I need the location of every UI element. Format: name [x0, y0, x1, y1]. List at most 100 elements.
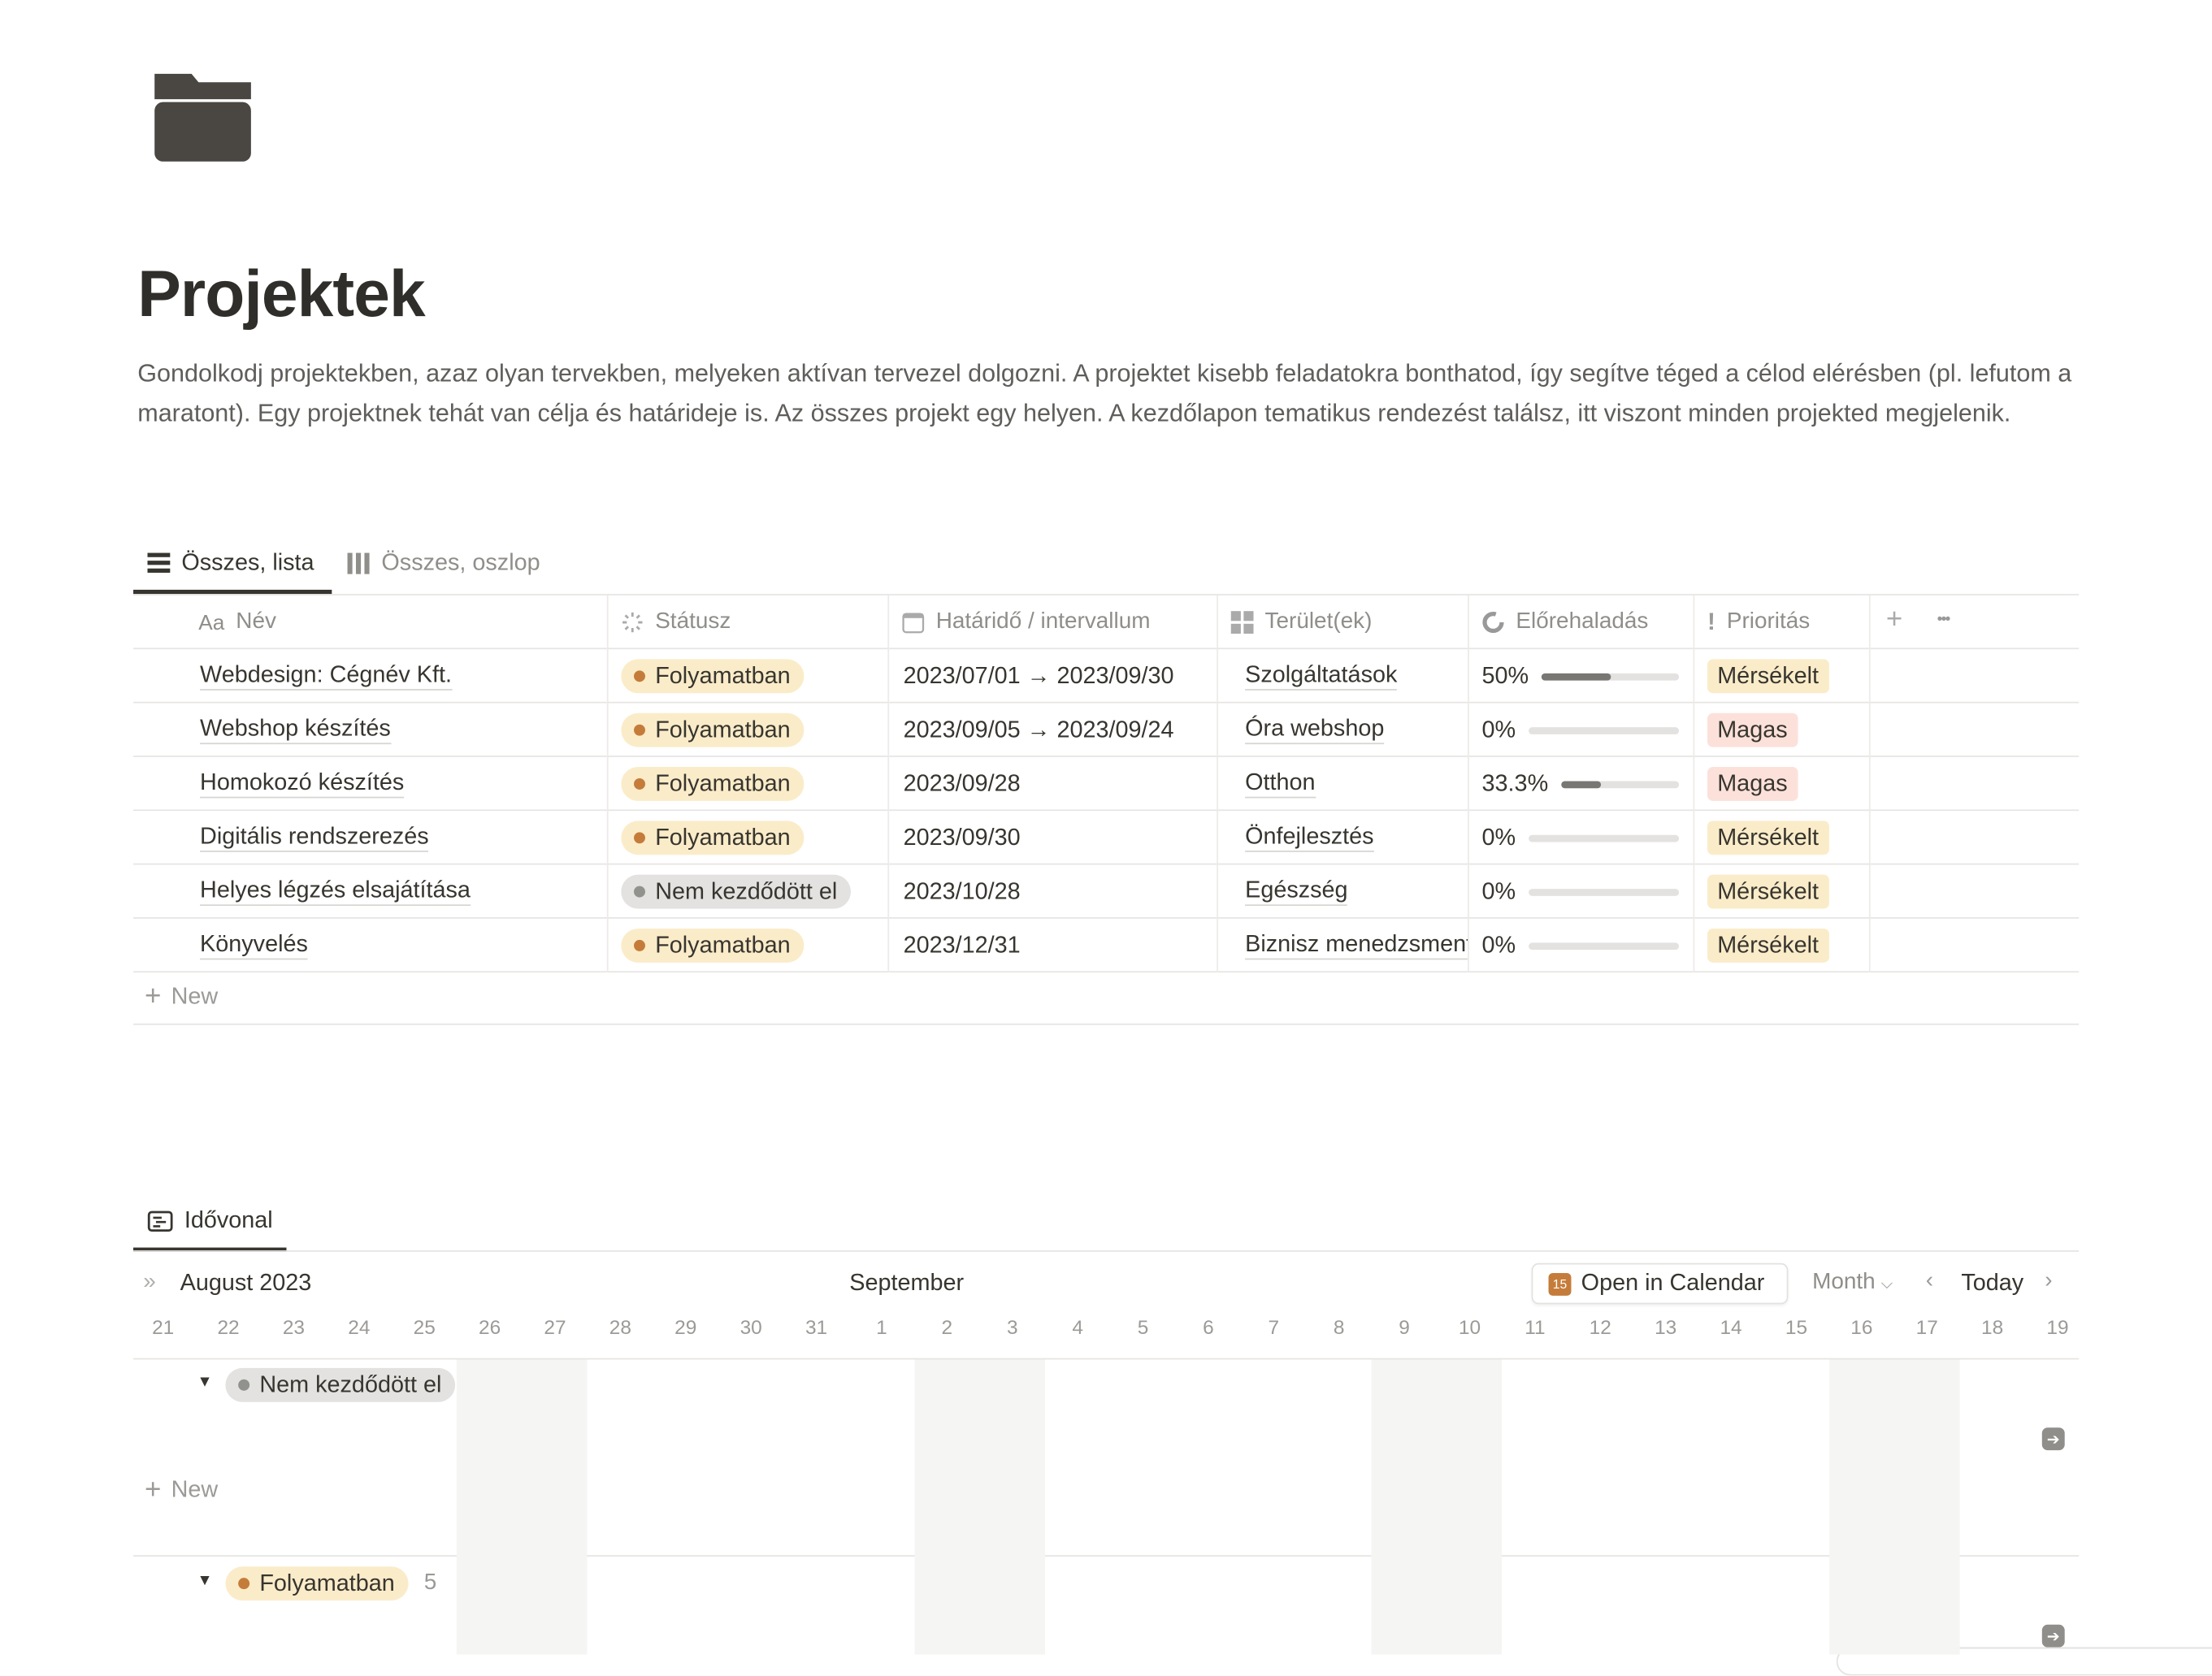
status-cell[interactable]: Nem kezdődött el: [621, 864, 852, 918]
new-label: New: [171, 1477, 219, 1503]
progress-cell: 33.3%: [1482, 757, 1680, 811]
timeline-icon: [147, 1210, 173, 1232]
project-name-link[interactable]: Homokozó készítés: [200, 770, 405, 799]
progress-label: 0%: [1481, 878, 1516, 904]
column-header[interactable]: Előrehaladás: [1482, 608, 1648, 637]
status-dot: [238, 1578, 250, 1590]
day-label: 18: [1981, 1315, 2004, 1339]
project-name-link[interactable]: Könyvelés: [200, 931, 308, 960]
progress-cell: 0%: [1482, 704, 1680, 757]
project-name-link[interactable]: Helyes légzés elsajátítása: [200, 877, 471, 907]
priority-cell[interactable]: Mérsékelt: [1707, 649, 1829, 703]
today-button[interactable]: Today: [1961, 1271, 2023, 1297]
priority-badge: Magas: [1707, 712, 1798, 747]
area-cell[interactable]: Biznisz menedzsment: [1232, 919, 1468, 972]
status-cell[interactable]: Folyamatban: [621, 811, 805, 864]
priority-cell[interactable]: Mérsékelt: [1707, 864, 1829, 918]
tab-label: Idővonal: [184, 1206, 273, 1233]
next-button[interactable]: ›: [2045, 1269, 2052, 1294]
project-name-cell[interactable]: Könyvelés: [189, 919, 308, 972]
page-description: Gondolkodj projektekben, azaz olyan terv…: [137, 358, 2072, 427]
priority-badge: Mérsékelt: [1707, 874, 1829, 909]
toggle-icon[interactable]: ▼: [197, 1572, 213, 1589]
status-label: Folyamatban: [655, 932, 791, 958]
area-link[interactable]: Szolgáltatások: [1245, 662, 1398, 691]
project-name-link[interactable]: Digitális rendszerezés: [200, 824, 429, 852]
collapse-sidebar-icon[interactable]: »: [143, 1271, 156, 1296]
project-name-cell[interactable]: Webdesign: Cégnév Kft.: [189, 649, 453, 703]
area-cell[interactable]: Óra webshop: [1232, 704, 1468, 757]
date-cell[interactable]: 2023/07/01 → 2023/09/30: [904, 649, 1174, 703]
area-link[interactable]: Otthon: [1245, 770, 1316, 799]
new-label: New: [171, 984, 219, 1010]
divider: [133, 1358, 2080, 1360]
date-cell[interactable]: 2023/09/30: [904, 811, 1021, 864]
priority-badge: Mérsékelt: [1707, 821, 1829, 855]
project-name-cell[interactable]: Digitális rendszerezés: [189, 811, 429, 864]
priority-cell[interactable]: Magas: [1707, 757, 1798, 811]
day-label: 10: [1458, 1315, 1481, 1339]
area-cell[interactable]: Otthon: [1232, 757, 1468, 811]
progress-bar: [1528, 888, 1680, 895]
project-name-cell[interactable]: Webshop készítés: [189, 704, 391, 757]
status-label: Nem kezdődött el: [655, 878, 838, 904]
date-cell[interactable]: 2023/10/28: [904, 864, 1021, 918]
priority-cell[interactable]: Mérsékelt: [1707, 919, 1829, 972]
progress-bar: [1541, 673, 1680, 680]
column-header[interactable]: Határidő / intervallum: [902, 608, 1150, 637]
status-label: Folyamatban: [655, 717, 791, 743]
status-cell[interactable]: Folyamatban: [621, 919, 805, 972]
column-header[interactable]: ! Prioritás: [1707, 608, 1810, 637]
group-label: Nem kezdődött el: [259, 1371, 442, 1397]
priority-cell[interactable]: Mérsékelt: [1707, 811, 1829, 864]
tab-idovonal[interactable]: Idővonal: [147, 1204, 273, 1238]
day-label: 2: [941, 1315, 953, 1339]
add-column-button[interactable]: +: [1886, 604, 1902, 636]
scroll-to-item-icon[interactable]: ➔: [2041, 1624, 2065, 1648]
more-options-button[interactable]: •••: [1937, 611, 1951, 628]
priority-cell[interactable]: Magas: [1707, 704, 1798, 757]
area-cell[interactable]: Szolgáltatások: [1232, 649, 1468, 703]
column-header[interactable]: Aa Név: [198, 608, 276, 637]
table-new-button[interactable]: + New: [145, 982, 219, 1011]
progress-cell: 0%: [1482, 864, 1680, 918]
progress-bar: [1560, 780, 1680, 788]
tab-label: Összes, lista: [181, 549, 314, 575]
project-name-link[interactable]: Webshop készítés: [200, 716, 391, 745]
tab-osszes-lista[interactable]: Összes, lista: [147, 546, 314, 580]
open-in-calendar-button[interactable]: 15 Open in Calendar: [1531, 1262, 1789, 1305]
toggle-icon[interactable]: ▼: [197, 1374, 213, 1391]
day-label: 11: [1525, 1315, 1546, 1339]
day-label: 25: [413, 1315, 436, 1339]
area-link[interactable]: Biznisz menedzsment: [1245, 931, 1468, 960]
scale-select[interactable]: Month ⌵: [1812, 1271, 1893, 1299]
project-name-cell[interactable]: Homokozó készítés: [189, 757, 405, 811]
date-cell[interactable]: 2023/09/28: [904, 757, 1021, 811]
status-cell[interactable]: Folyamatban: [621, 649, 805, 703]
day-label: 26: [479, 1315, 501, 1339]
day-label: 22: [217, 1315, 240, 1339]
status-cell[interactable]: Folyamatban: [621, 757, 805, 811]
column-header[interactable]: Terület(ek): [1230, 608, 1372, 637]
tab-osszes-oszlop[interactable]: Összes, oszlop: [347, 546, 540, 580]
project-name-link[interactable]: Webdesign: Cégnév Kft.: [200, 662, 453, 691]
timeline-new-button[interactable]: + New: [145, 1476, 219, 1505]
status-dot: [634, 778, 645, 790]
area-link[interactable]: Egészség: [1245, 877, 1348, 907]
date-cell[interactable]: 2023/09/05 → 2023/09/24: [904, 704, 1174, 757]
project-name-cell[interactable]: Helyes légzés elsajátítása: [189, 864, 471, 918]
status-cell[interactable]: Folyamatban: [621, 704, 805, 757]
status-icon: [621, 611, 644, 634]
progress-bar: [1528, 834, 1680, 842]
title-icon: Aa: [198, 610, 225, 634]
previous-button[interactable]: ‹: [1926, 1269, 1933, 1294]
column-divider: [1868, 595, 1871, 973]
area-link[interactable]: Óra webshop: [1245, 716, 1385, 745]
date-cell[interactable]: 2023/12/31: [904, 919, 1021, 972]
column-header[interactable]: Státusz: [621, 608, 731, 637]
day-label: 30: [740, 1315, 762, 1339]
area-link[interactable]: Önfejlesztés: [1245, 824, 1374, 852]
scroll-to-item-icon[interactable]: ➔: [2041, 1427, 2065, 1451]
area-cell[interactable]: Önfejlesztés: [1232, 811, 1468, 864]
area-cell[interactable]: Egészség: [1232, 864, 1468, 918]
